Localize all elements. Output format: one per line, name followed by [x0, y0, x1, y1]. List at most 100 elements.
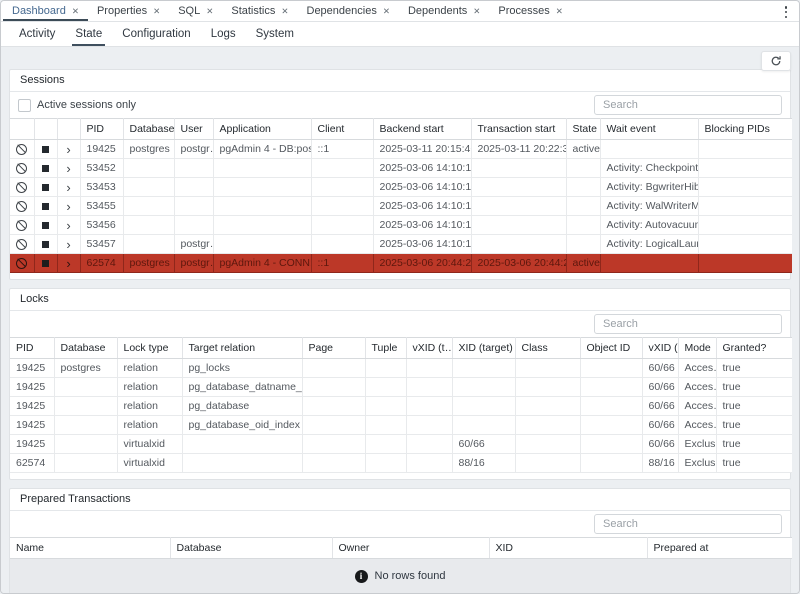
subtab-state[interactable]: State	[65, 22, 112, 46]
close-icon[interactable]: ✕	[72, 7, 79, 16]
subtab-activity[interactable]: Activity	[9, 22, 65, 46]
table-row[interactable]: 19425relationpg_database_oid_index60/66A…	[10, 416, 792, 435]
cancel-icon[interactable]	[16, 144, 27, 155]
cancel-icon[interactable]	[16, 220, 27, 231]
active-sessions-filter[interactable]: Active sessions only	[18, 99, 136, 112]
column-header[interactable]: vXID (…	[642, 338, 678, 359]
column-header[interactable]: XID	[489, 538, 647, 559]
cell	[365, 435, 406, 454]
column-header[interactable]: Tuple	[365, 338, 406, 359]
prepared-search-input[interactable]	[594, 514, 782, 534]
expand-icon[interactable]	[66, 219, 70, 232]
close-icon[interactable]: ✕	[281, 7, 288, 16]
column-header[interactable]: Application	[213, 119, 311, 140]
cancel-icon[interactable]	[16, 182, 27, 193]
cell: pgAdmin 4 - CONN:6…	[213, 254, 311, 273]
cell: active	[566, 140, 600, 159]
expand-icon[interactable]	[66, 200, 70, 213]
column-header[interactable]: PID	[10, 338, 54, 359]
column-header[interactable]: User	[174, 119, 213, 140]
cell	[54, 435, 117, 454]
expand-icon[interactable]	[66, 238, 70, 251]
close-icon[interactable]: ✕	[556, 7, 563, 16]
locks-search-input[interactable]	[594, 314, 782, 334]
column-header[interactable]: vXID (t…	[406, 338, 452, 359]
sessions-search-input[interactable]	[594, 95, 782, 115]
column-header[interactable]: Granted?	[716, 338, 792, 359]
tab-statistics[interactable]: Statistics ✕	[222, 1, 297, 21]
table-row[interactable]: 534552025-03-06 14:10:11 …Activity: WalW…	[10, 197, 792, 216]
column-header[interactable]: Mode	[678, 338, 716, 359]
terminate-icon[interactable]	[42, 222, 49, 229]
table-row[interactable]: 53457postgr…2025-03-06 14:10:11 …Activit…	[10, 235, 792, 254]
column-header[interactable]: Prepared at	[647, 538, 792, 559]
tab-dependents[interactable]: Dependents ✕	[399, 1, 489, 21]
terminate-icon[interactable]	[42, 260, 49, 267]
table-row[interactable]: 19425relationpg_database60/66Acces…true	[10, 397, 792, 416]
column-header[interactable]: Lock type	[117, 338, 182, 359]
table-row[interactable]: 534562025-03-06 14:10:11 …Activity: Auto…	[10, 216, 792, 235]
cancel-icon[interactable]	[16, 201, 27, 212]
tab-processes[interactable]: Processes ✕	[489, 1, 571, 21]
column-header[interactable]: Class	[515, 338, 580, 359]
subtab-configuration[interactable]: Configuration	[112, 22, 200, 46]
column-header[interactable]: Database	[123, 119, 174, 140]
column-header[interactable]: Backend start	[373, 119, 471, 140]
column-header[interactable]: XID (target)	[452, 338, 515, 359]
column-header[interactable]: Blocking PIDs	[698, 119, 792, 140]
column-header[interactable]: Name	[10, 538, 170, 559]
cell: Exclusi…	[678, 454, 716, 473]
column-header[interactable]	[10, 119, 34, 140]
table-row[interactable]: 534532025-03-06 14:10:11 …Activity: Bgwr…	[10, 178, 792, 197]
subtab-system[interactable]: System	[246, 22, 304, 46]
checkbox-unchecked[interactable]	[18, 99, 31, 112]
column-header[interactable]	[57, 119, 80, 140]
column-header[interactable]: Transaction start	[471, 119, 566, 140]
tab-dashboard[interactable]: Dashboard ✕	[3, 1, 88, 21]
tab-properties[interactable]: Properties ✕	[88, 1, 169, 21]
cell	[600, 140, 698, 159]
column-header[interactable]: Owner	[332, 538, 489, 559]
table-row[interactable]: 19425postgresrelationpg_locks60/66Acces……	[10, 359, 792, 378]
kebab-menu-icon[interactable]	[780, 5, 792, 19]
tab-label: Dependents	[408, 5, 467, 17]
table-row[interactable]: 19425relationpg_database_datname_ind…60/…	[10, 378, 792, 397]
close-icon[interactable]: ✕	[153, 7, 160, 16]
column-header[interactable]: Database	[54, 338, 117, 359]
expand-icon[interactable]	[66, 162, 70, 175]
table-row[interactable]: 19425postgrespostgr…pgAdmin 4 - DB:post……	[10, 140, 792, 159]
close-icon[interactable]: ✕	[383, 7, 390, 16]
terminate-icon[interactable]	[42, 203, 49, 210]
tab-dependencies[interactable]: Dependencies ✕	[298, 1, 399, 21]
subtab-logs[interactable]: Logs	[201, 22, 246, 46]
cell: 60/66	[642, 435, 678, 454]
column-header[interactable]: Database	[170, 538, 332, 559]
column-header[interactable]: Client	[311, 119, 373, 140]
cancel-icon[interactable]	[16, 239, 27, 250]
table-row[interactable]: 62574virtualxid88/1688/16Exclusi…true	[10, 454, 792, 473]
tab-sql[interactable]: SQL ✕	[169, 1, 222, 21]
column-header[interactable]	[34, 119, 57, 140]
cancel-icon[interactable]	[16, 163, 27, 174]
close-icon[interactable]: ✕	[473, 7, 480, 16]
terminate-icon[interactable]	[42, 184, 49, 191]
cell	[123, 216, 174, 235]
terminate-icon[interactable]	[42, 165, 49, 172]
column-header[interactable]: Page	[302, 338, 365, 359]
terminate-icon[interactable]	[42, 241, 49, 248]
expand-icon[interactable]	[66, 181, 70, 194]
table-row[interactable]: 534522025-03-06 14:10:11 …Activity: Chec…	[10, 159, 792, 178]
column-header[interactable]: PID	[80, 119, 123, 140]
column-header[interactable]: Target relation	[182, 338, 302, 359]
table-row[interactable]: 19425virtualxid60/6660/66Exclusi…true	[10, 435, 792, 454]
terminate-icon[interactable]	[42, 146, 49, 153]
column-header[interactable]: State	[566, 119, 600, 140]
table-row[interactable]: 62574postgrespostgr…pgAdmin 4 - CONN:6…:…	[10, 254, 792, 273]
close-icon[interactable]: ✕	[206, 7, 213, 16]
cancel-icon[interactable]	[16, 258, 27, 269]
expand-icon[interactable]	[66, 143, 70, 156]
expand-icon[interactable]	[66, 257, 70, 270]
column-header[interactable]: Object ID	[580, 338, 642, 359]
column-header[interactable]: Wait event	[600, 119, 698, 140]
refresh-button[interactable]	[761, 51, 791, 71]
